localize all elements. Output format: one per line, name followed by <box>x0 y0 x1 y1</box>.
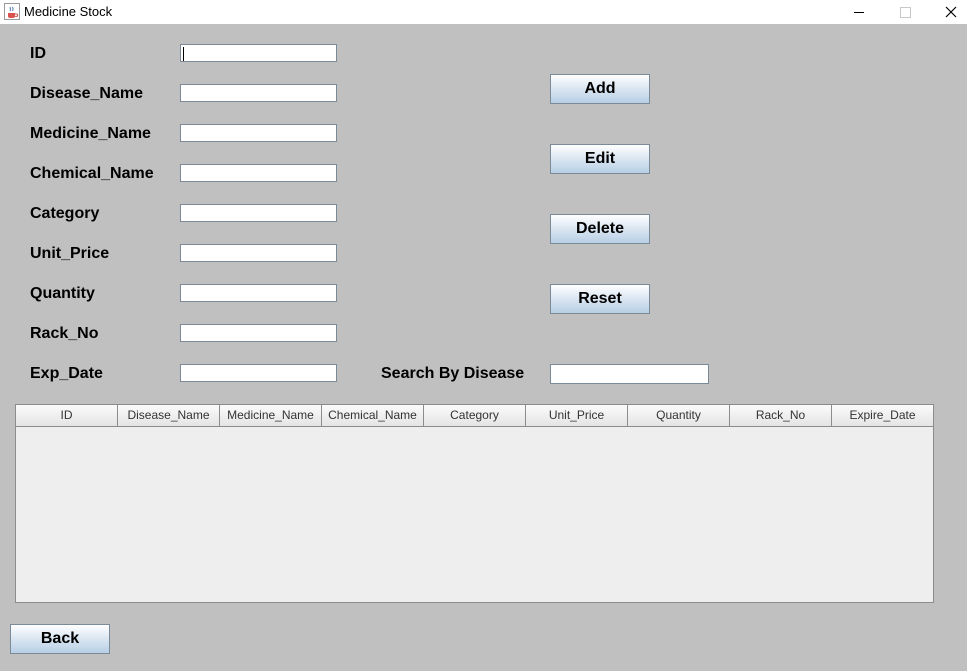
column-header-disease-name[interactable]: Disease_Name <box>118 405 220 426</box>
unit-price-label: Unit_Price <box>30 245 110 262</box>
title-bar: Medicine Stock <box>0 0 967 24</box>
quantity-input[interactable] <box>180 284 337 302</box>
category-label: Category <box>30 205 100 222</box>
exp-date-input[interactable] <box>180 364 337 382</box>
add-button[interactable]: Add <box>550 74 650 104</box>
disease-name-input[interactable] <box>180 84 337 102</box>
delete-button[interactable]: Delete <box>550 214 650 244</box>
text-caret <box>183 47 184 61</box>
maximize-button[interactable] <box>882 0 928 24</box>
chemical-name-input[interactable] <box>180 164 337 182</box>
search-by-disease-label: Search By Disease <box>381 365 525 382</box>
close-button[interactable] <box>928 0 967 24</box>
column-header-expire-date[interactable]: Expire_Date <box>832 405 933 426</box>
search-by-disease-input[interactable] <box>550 364 709 384</box>
medicine-name-label: Medicine_Name <box>30 125 151 142</box>
table-body[interactable] <box>16 427 933 602</box>
edit-button[interactable]: Edit <box>550 144 650 174</box>
back-button[interactable]: Back <box>10 624 110 654</box>
quantity-label: Quantity <box>30 285 95 302</box>
column-header-id[interactable]: ID <box>16 405 118 426</box>
exp-date-label: Exp_Date <box>30 365 103 382</box>
disease-name-label: Disease_Name <box>30 85 143 102</box>
rack-no-label: Rack_No <box>30 325 99 342</box>
reset-button[interactable]: Reset <box>550 284 650 314</box>
rack-no-input[interactable] <box>180 324 337 342</box>
column-header-chemical-name[interactable]: Chemical_Name <box>322 405 424 426</box>
column-header-medicine-name[interactable]: Medicine_Name <box>220 405 322 426</box>
unit-price-input[interactable] <box>180 244 337 262</box>
column-header-rack-no[interactable]: Rack_No <box>730 405 832 426</box>
column-header-unit-price[interactable]: Unit_Price <box>526 405 628 426</box>
window-title: Medicine Stock <box>24 4 113 19</box>
table-header: ID Disease_Name Medicine_Name Chemical_N… <box>16 405 933 427</box>
id-label: ID <box>30 45 46 62</box>
column-header-category[interactable]: Category <box>424 405 526 426</box>
category-input[interactable] <box>180 204 337 222</box>
minimize-button[interactable] <box>836 0 882 24</box>
minimize-icon <box>854 11 864 13</box>
medicine-name-input[interactable] <box>180 124 337 142</box>
chemical-name-label: Chemical_Name <box>30 165 154 182</box>
java-cup-icon <box>4 3 20 20</box>
column-header-quantity[interactable]: Quantity <box>628 405 730 426</box>
medicine-table[interactable]: ID Disease_Name Medicine_Name Chemical_N… <box>15 404 934 603</box>
id-input[interactable] <box>180 44 337 62</box>
close-icon <box>945 6 957 18</box>
maximize-icon <box>899 6 911 18</box>
